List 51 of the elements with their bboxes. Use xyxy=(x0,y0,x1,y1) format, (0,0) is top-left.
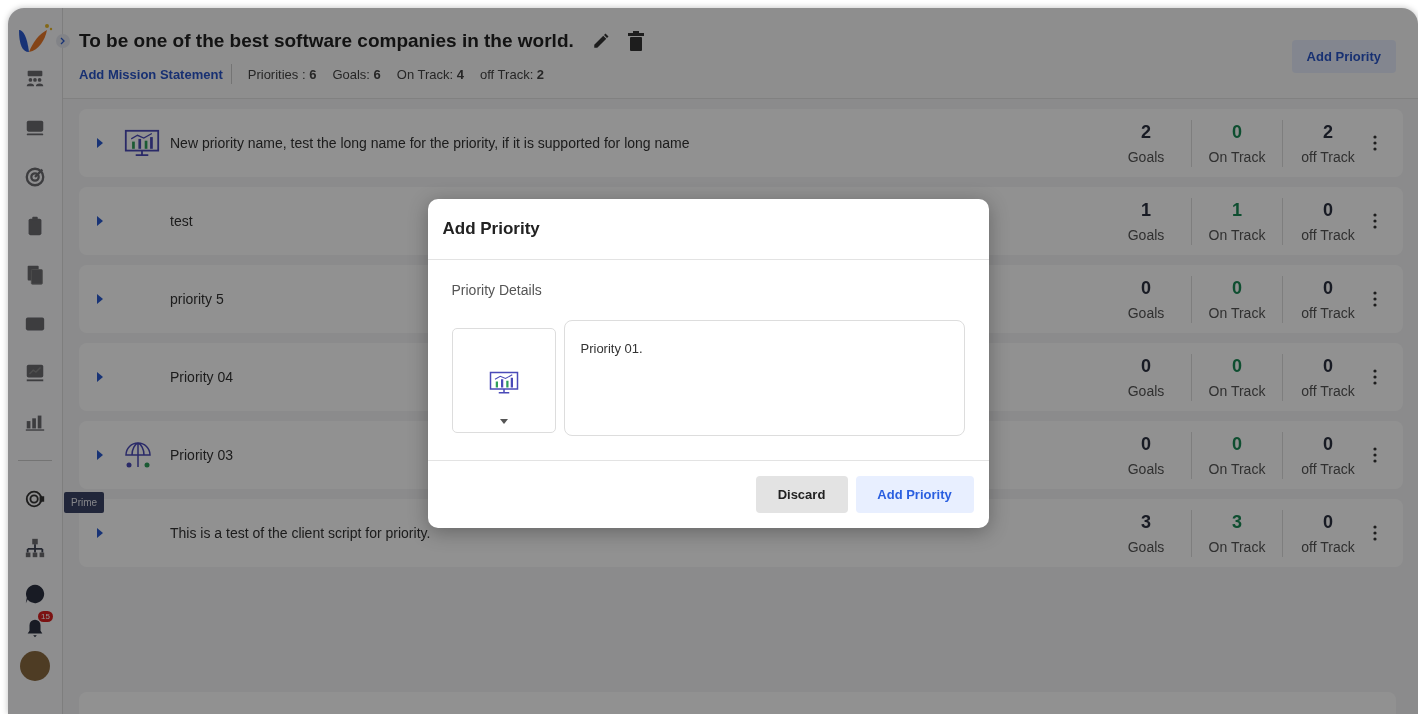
stat-label: On Track xyxy=(1208,538,1266,555)
stat-label: On Track xyxy=(1208,382,1266,399)
stat-label: Goals xyxy=(1127,460,1165,477)
priority-name: New priority name, test the long name for the priority, if it is supported for long name xyxy=(170,135,690,151)
stat-label: off Track xyxy=(1301,304,1355,321)
summary-stat: On Track: 4 xyxy=(396,66,464,82)
tooltip: Prime xyxy=(64,492,105,513)
stat-count: 0 xyxy=(1232,121,1242,143)
stat-label: On Track xyxy=(1208,226,1266,243)
stat-count: 2 xyxy=(1141,121,1151,143)
stat-count: 0 xyxy=(1141,277,1151,299)
stat-count: 2 xyxy=(1323,121,1333,143)
stat-count: 3 xyxy=(1141,511,1151,533)
stat-label: Goals xyxy=(1127,226,1165,243)
stat-label: Goals xyxy=(1127,148,1165,165)
stat-label: On Track xyxy=(1208,148,1266,165)
stat-label: off Track xyxy=(1301,382,1355,399)
stat-count: 0 xyxy=(1232,433,1242,455)
priority-name: Priority 04 xyxy=(170,369,234,385)
stat-label: off Track xyxy=(1301,226,1355,243)
stat-count: 0 xyxy=(1232,355,1242,377)
stat-label: On Track xyxy=(1208,460,1266,477)
notification-badge: 15 xyxy=(38,611,53,622)
stat-count: 0 xyxy=(1141,355,1151,377)
section-label: Priority Details xyxy=(451,281,543,298)
summary-stat: Goals: 6 xyxy=(332,66,381,82)
priority-name: This is a test of the client script for priority. xyxy=(170,525,431,541)
stat-count: 0 xyxy=(1141,433,1151,455)
stat-label: off Track xyxy=(1301,148,1355,165)
priority-name: Priority 03 xyxy=(170,447,234,463)
stat-count: 0 xyxy=(1323,277,1333,299)
stat-count: 0 xyxy=(1323,433,1333,455)
stat-label: off Track xyxy=(1301,460,1355,477)
priority-name: priority 5 xyxy=(170,291,224,307)
stat-label: Goals xyxy=(1127,304,1165,321)
stat-count: 3 xyxy=(1232,511,1242,533)
summary-stat: off Track: 2 xyxy=(480,66,545,82)
priority-name: test xyxy=(170,213,193,229)
stat-label: Goals xyxy=(1127,382,1165,399)
mission-title: To be one of the best software companies in the world. xyxy=(79,30,574,52)
stat-label: On Track xyxy=(1208,304,1266,321)
stat-count: 0 xyxy=(1323,511,1333,533)
stat-label: off Track xyxy=(1301,538,1355,555)
stat-count: 0 xyxy=(1323,355,1333,377)
stat-count: 0 xyxy=(1232,277,1242,299)
summary-stat: Priorities : 6 xyxy=(247,66,317,82)
stat-count: 1 xyxy=(1232,199,1242,221)
dialog-title: Add Priority xyxy=(442,218,541,239)
stat-count: 1 xyxy=(1141,199,1151,221)
stat-label: Goals xyxy=(1127,538,1165,555)
stat-count: 0 xyxy=(1323,199,1333,221)
